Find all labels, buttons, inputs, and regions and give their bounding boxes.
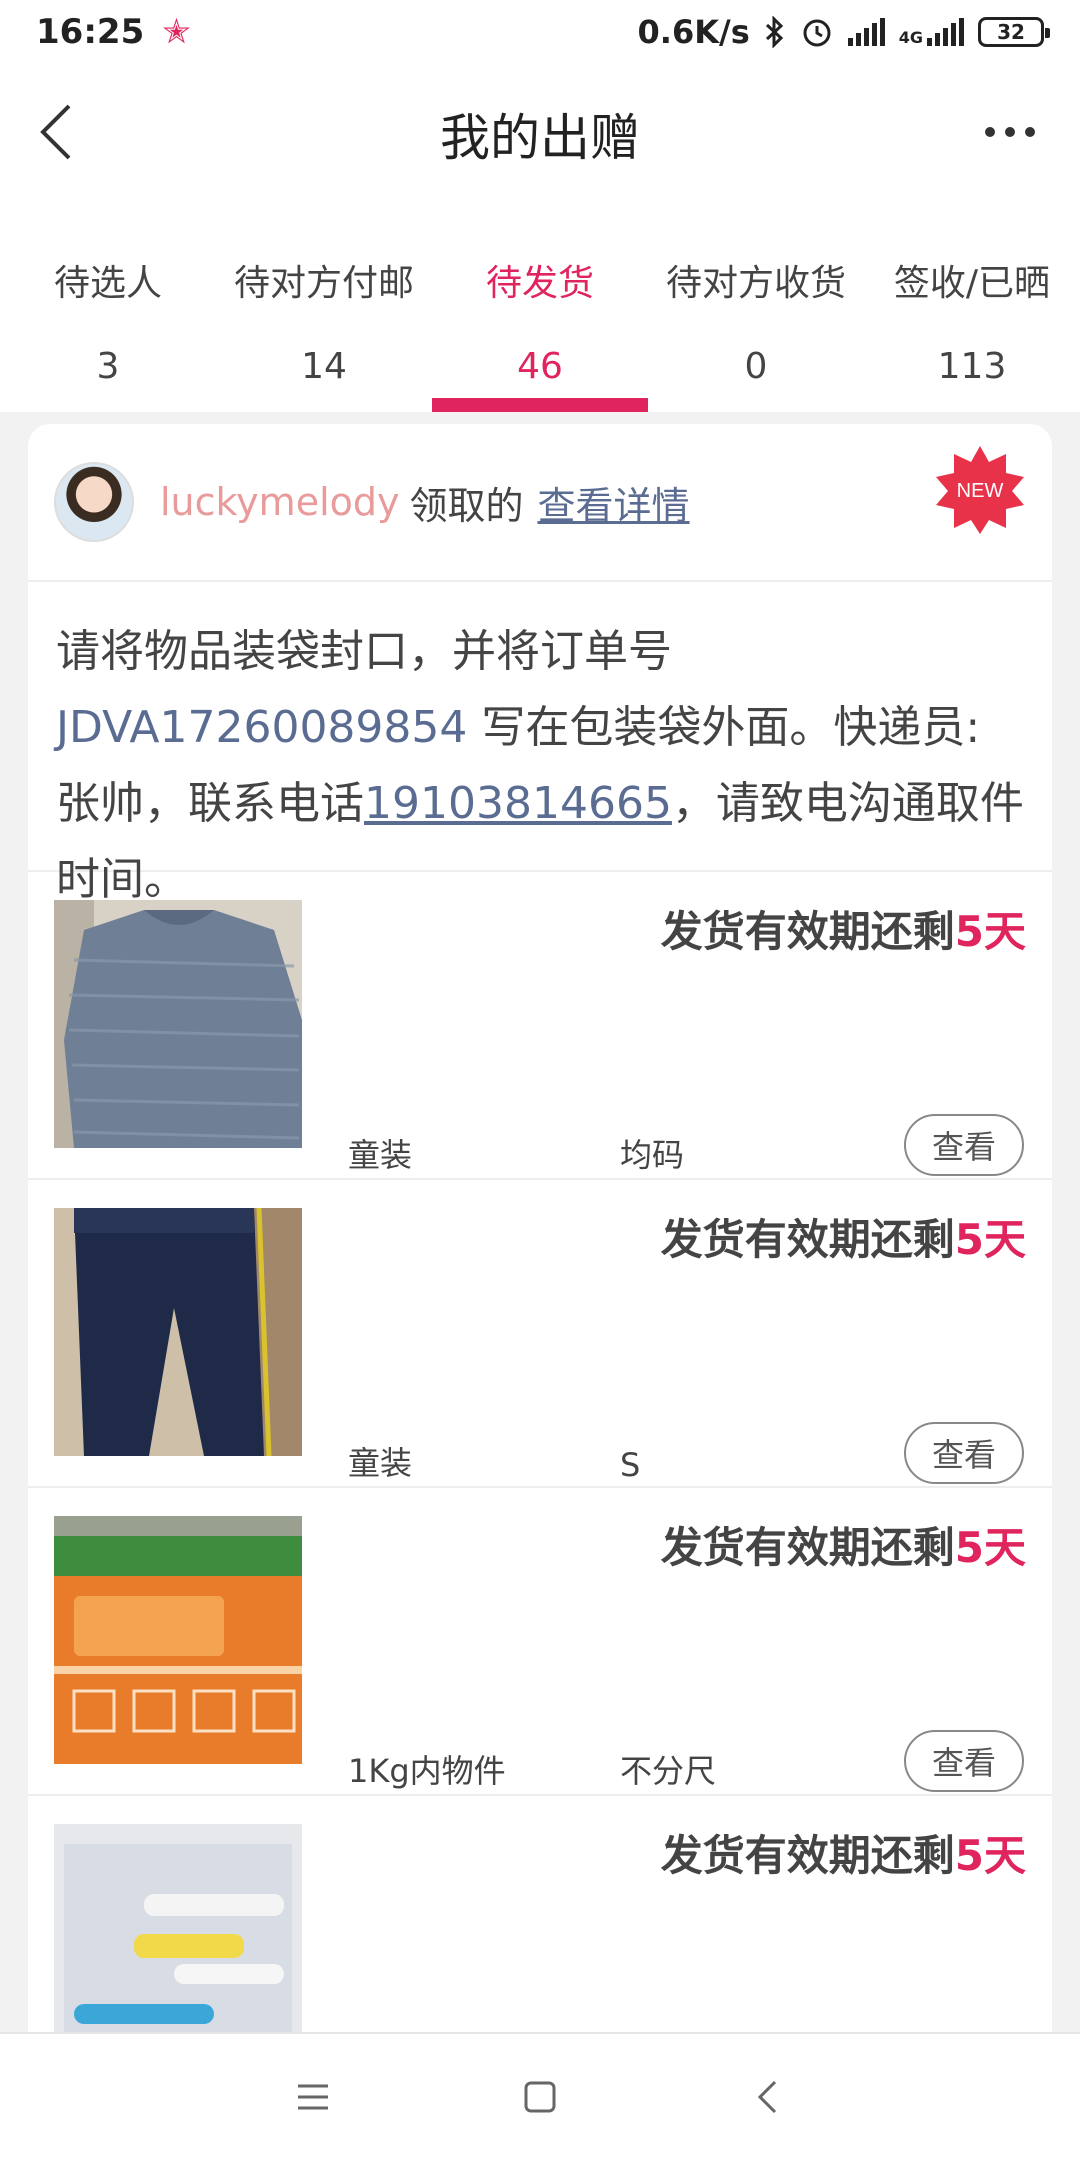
deadline-text: 发货有效期还剩	[660, 1523, 955, 1572]
deadline-text: 发货有效期还剩	[660, 1215, 955, 1264]
menu-button[interactable]	[278, 2062, 348, 2132]
garbage-bag-package-image	[54, 1516, 302, 1764]
item-size: S	[620, 1446, 641, 1484]
tab-count: 113	[937, 346, 1007, 387]
net-speed: 0.6K/s	[637, 13, 750, 51]
brushes-image	[54, 1824, 302, 2034]
card-header: luckymelody 领取的 查看详情 NEW	[28, 424, 1052, 582]
active-tab-indicator	[432, 398, 648, 412]
tab-pending-postage[interactable]: 待对方付邮 14	[216, 204, 432, 412]
more-dots-icon	[985, 127, 995, 137]
tab-pending-receipt[interactable]: 待对方收货 0	[648, 204, 864, 412]
item-category: 1Kg内物件	[348, 1752, 506, 1790]
tab-label: 待对方收货	[665, 263, 846, 304]
tab-count: 0	[744, 346, 768, 387]
tab-count: 46	[517, 346, 563, 387]
view-button[interactable]: 查看	[904, 1114, 1024, 1176]
item-photo-sweater[interactable]	[54, 900, 302, 1148]
status-left: 16:25 ✭	[36, 12, 191, 52]
tab-label: 待发货	[485, 263, 594, 304]
tab-label: 待选人	[53, 263, 162, 304]
status-bar: 16:25 ✭ 0.6K/s 4G 32	[0, 0, 1080, 64]
ship-deadline: 发货有效期还剩5天	[661, 1206, 1026, 1267]
tab-count: 3	[96, 346, 120, 387]
view-button[interactable]: 查看	[904, 1730, 1024, 1792]
tab-pending-shipment[interactable]: 待发货 46	[432, 204, 648, 412]
deadline-days: 5天	[954, 1215, 1026, 1264]
back-button[interactable]	[24, 100, 88, 164]
view-details-link[interactable]: 查看详情	[538, 475, 690, 530]
tab-received[interactable]: 签收/已晒 113	[864, 204, 1080, 412]
item-category: 童装	[348, 1136, 413, 1174]
more-dot	[1025, 127, 1035, 137]
signal-icon	[847, 18, 885, 46]
battery-level: 32	[997, 20, 1025, 44]
new-badge-icon: NEW	[936, 446, 1024, 534]
battery-icon: 32	[978, 17, 1050, 47]
list-item[interactable]: 发货有效期还剩5天	[28, 1796, 1052, 2034]
ship-deadline: 发货有效期还剩5天	[661, 1822, 1026, 1883]
sweater-image	[54, 900, 302, 1148]
instructions-text: 请将物品装袋封口，并将订单号	[56, 626, 672, 677]
tab-label: 签收/已晒	[893, 263, 1051, 304]
item-size: 均码	[620, 1136, 685, 1174]
tab-label: 待对方付邮	[233, 263, 414, 304]
list-item[interactable]: 发货有效期还剩5天 童装 S 查看	[28, 1180, 1052, 1488]
star-icon: ✭	[162, 12, 191, 52]
home-square-icon	[524, 2081, 556, 2113]
more-dot	[1005, 127, 1015, 137]
home-button[interactable]	[505, 2062, 575, 2132]
item-photo-garbage-bags[interactable]	[54, 1516, 302, 1764]
more-button[interactable]	[970, 100, 1050, 164]
item-category: 童装	[348, 1444, 413, 1482]
order-card: luckymelody 领取的 查看详情 NEW 请将物品装袋封口，并将订单号 …	[28, 424, 1052, 2034]
deadline-text: 发货有效期还剩	[660, 907, 955, 956]
avatar[interactable]	[54, 462, 134, 542]
tab-count: 14	[301, 346, 347, 387]
ship-deadline: 发货有效期还剩5天	[661, 1514, 1026, 1575]
page-title: 我的出赠	[440, 109, 640, 167]
ship-deadline: 发货有效期还剩5天	[661, 898, 1026, 959]
order-number[interactable]: JDVA17260089854	[56, 702, 467, 753]
system-back-button[interactable]	[732, 2062, 802, 2132]
shipping-instructions: 请将物品装袋封口，并将订单号 JDVA17260089854 写在包装袋外面。快…	[28, 582, 1052, 905]
chevron-left-icon	[40, 104, 71, 160]
signal-4g-icon: 4G	[899, 18, 964, 46]
view-button[interactable]: 查看	[904, 1422, 1024, 1484]
network-type: 4G	[898, 28, 923, 47]
new-badge-label: NEW	[957, 480, 1004, 502]
alarm-icon	[803, 19, 831, 47]
system-nav-bar	[0, 2032, 1080, 2160]
deadline-days: 5天	[954, 907, 1026, 956]
claim-text: 领取的	[409, 483, 524, 528]
back-triangle-icon	[757, 2080, 776, 2114]
item-photo-pants[interactable]	[54, 1208, 302, 1456]
deadline-days: 5天	[954, 1523, 1026, 1572]
app-header: 我的出赠	[0, 64, 1080, 204]
status-time: 16:25	[36, 12, 145, 52]
status-right: 0.6K/s 4G 32	[637, 13, 1050, 51]
bluetooth-icon	[765, 16, 783, 48]
item-size: 不分尺	[620, 1752, 717, 1790]
status-tabs: 待选人 3 待对方付邮 14 待发货 46 待对方收货 0 签收/已晒 113	[0, 204, 1080, 412]
deadline-days: 5天	[954, 1831, 1026, 1880]
tab-pending-select[interactable]: 待选人 3	[0, 204, 216, 412]
recipient-name[interactable]: luckymelody	[160, 480, 400, 524]
pants-image	[54, 1208, 302, 1456]
deadline-text: 发货有效期还剩	[660, 1831, 955, 1880]
list-item[interactable]: 发货有效期还剩5天 童装 均码 查看	[28, 872, 1052, 1180]
list-item[interactable]: 发货有效期还剩5天 1Kg内物件 不分尺 查看	[28, 1488, 1052, 1796]
courier-phone-link[interactable]: 19103814665	[364, 778, 672, 829]
menu-icon	[298, 2084, 329, 2110]
item-photo-brushes[interactable]	[54, 1824, 302, 2034]
